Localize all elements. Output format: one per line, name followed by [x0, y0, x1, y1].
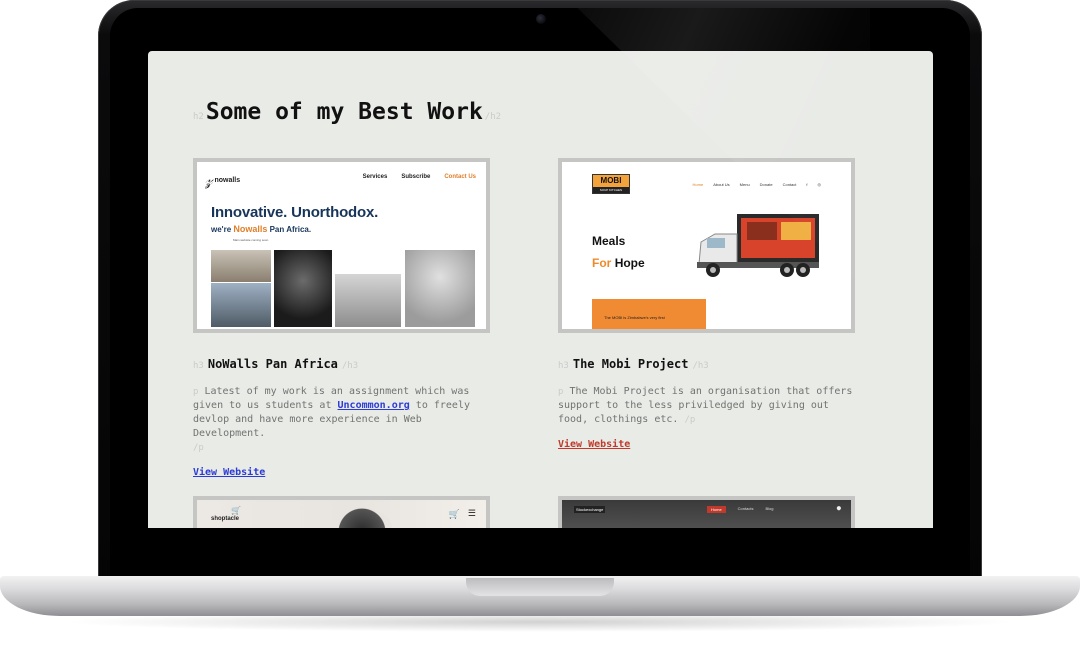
- section-heading: h2 Some of my Best Work /h2: [193, 99, 501, 125]
- project-description: p The Mobi Project is an organisation th…: [558, 385, 858, 427]
- thumbnail-subheadline: we're Nowalls Pan Africa.: [211, 224, 311, 234]
- nav-item: Donate: [759, 182, 773, 187]
- sub-suffix: Pan Africa.: [267, 225, 312, 234]
- tag-marker: /h3: [692, 361, 709, 371]
- photo-image: [405, 250, 475, 327]
- tag-marker: /h2: [484, 112, 502, 122]
- nav-item: Blog: [765, 506, 774, 511]
- project-card-nowalls: 𝓏 nowalls Services Subscribe Contact Us …: [193, 158, 493, 479]
- tag-marker: h3: [558, 361, 569, 371]
- camera-icon: [536, 14, 546, 24]
- nowalls-logo: 𝓏 nowalls: [205, 170, 240, 190]
- logo-top: MOBI: [593, 175, 629, 187]
- tag-marker: h2: [193, 112, 204, 122]
- project-title-row: h3 NoWalls Pan Africa /h3: [193, 357, 493, 371]
- food-truck-image: [697, 214, 819, 277]
- thumbnail-nav: Home Contacts Blog: [707, 506, 773, 513]
- view-website-link[interactable]: View Website: [558, 439, 630, 450]
- sub-prefix: we're: [211, 225, 234, 234]
- mobi-logo: MOBI SOUP KITCHEN: [592, 174, 630, 194]
- cart-icon: 🛒: [231, 506, 241, 515]
- nav-item: Contact: [782, 182, 797, 187]
- photo-image: [211, 283, 271, 327]
- page-title: Some of my Best Work: [205, 99, 483, 125]
- sub-brand: Nowalls: [233, 224, 268, 234]
- tag-marker: h3: [193, 361, 204, 371]
- tag-marker: /h3: [341, 361, 359, 371]
- project-card-mobi: MOBI SOUP KITCHEN Home About Us Menu Don…: [558, 158, 858, 451]
- logo-bottom: SOUP KITCHEN: [593, 187, 629, 193]
- location-icon: ●: [836, 504, 841, 512]
- thumbnail-logo-text: shoptacle: [211, 516, 240, 522]
- thumbnail-headline: Meals: [592, 234, 626, 248]
- nav-item: Subscribe: [401, 174, 431, 180]
- headline-hope: Hope: [614, 256, 645, 270]
- nowalls-logo-icon: 𝓏: [205, 170, 213, 189]
- view-website-link[interactable]: View Website: [193, 467, 265, 478]
- photo-image: [335, 274, 401, 327]
- photo-image: [274, 250, 332, 327]
- project-title: The Mobi Project: [572, 357, 689, 371]
- cart-icon: 🛒: [448, 510, 460, 520]
- project-thumbnail[interactable]: 𝓏 nowalls Services Subscribe Contact Us …: [193, 158, 490, 333]
- project-thumbnail-stockexchange[interactable]: Stockexchange Home Contacts Blog ●: [558, 496, 855, 528]
- tag-marker: p: [193, 387, 199, 397]
- thumbnail-nav: Home About Us Menu Donate Contact f ◎: [693, 182, 821, 187]
- thumbnail-headline: For Hope: [592, 256, 645, 270]
- project-thumbnail-shoptacle[interactable]: 🛒 shoptacle 🛒 ☰: [193, 496, 490, 528]
- thumbnail-logo-text: Stockexchange: [574, 506, 606, 513]
- nav-item: Contact Us: [444, 174, 476, 180]
- website-screen: h2 Some of my Best Work /h2 𝓏 nowalls Se…: [148, 51, 933, 528]
- tag-marker: /p: [684, 415, 696, 425]
- photo-image: [211, 250, 271, 282]
- menu-icon: ☰: [467, 509, 476, 519]
- thumbnail-headline: Innovative. Unorthodox.: [211, 204, 379, 221]
- facebook-icon: f: [806, 182, 808, 187]
- product-image: [332, 508, 392, 528]
- tag-marker: /p: [193, 443, 204, 453]
- project-title-row: h3 The Mobi Project /h3: [558, 357, 858, 371]
- nav-item: Home: [692, 182, 704, 187]
- uncommon-link[interactable]: Uncommon.org: [338, 400, 410, 411]
- nav-item: Services: [362, 174, 388, 180]
- laptop-notch: [466, 578, 614, 596]
- project-description: p Latest of my work is an assignment whi…: [193, 385, 493, 455]
- project-thumbnail[interactable]: MOBI SOUP KITCHEN Home About Us Menu Don…: [558, 158, 855, 333]
- headline-for: For: [592, 256, 612, 270]
- nav-item: Menu: [739, 182, 750, 187]
- nav-item: Contacts: [737, 506, 754, 511]
- nav-item: Home: [707, 506, 726, 513]
- thumbnail-nav: Services Subscribe Contact Us: [363, 174, 476, 180]
- tag-marker: p: [558, 387, 564, 397]
- thumbnail-small-text: Main website coming soon: [233, 238, 269, 242]
- thumbnail-banner: The MOBI is Zimbabwe's very first: [592, 299, 706, 329]
- nav-item: About Us: [713, 182, 730, 187]
- description-text: The Mobi Project is an organisation that…: [558, 386, 853, 425]
- logo-text: nowalls: [214, 176, 241, 184]
- instagram-icon: ◎: [817, 182, 822, 187]
- project-title: NoWalls Pan Africa: [207, 357, 338, 371]
- banner-text: The MOBI is Zimbabwe's very first: [604, 315, 665, 320]
